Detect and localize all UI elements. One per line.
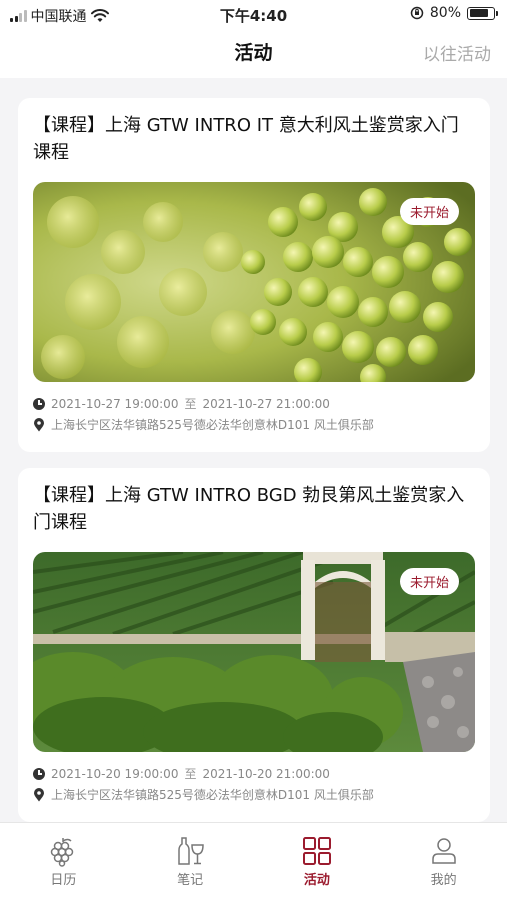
location-pin-icon <box>34 787 44 801</box>
event-end: 2021-10-20 21:00:00 <box>202 766 330 781</box>
battery-info: 80% <box>410 5 498 21</box>
event-address: 上海长宁区法华镇路525号德必法华创意林D101 风土俱乐部 <box>51 788 374 802</box>
orientation-lock-icon <box>410 6 424 20</box>
grid-icon <box>302 837 331 865</box>
event-address: 上海长宁区法华镇路525号德必法华创意林D101 风土俱乐部 <box>51 418 374 432</box>
event-time-separator: 至 <box>184 397 197 411</box>
vineyard-photo: 未开始 <box>33 552 475 752</box>
event-title: 【课程】上海 GTW INTRO IT 意大利风土鉴赏家入门课程 <box>33 115 459 163</box>
grape-icon <box>51 838 74 867</box>
event-list[interactable]: 【课程】上海 GTW INTRO IT 意大利风土鉴赏家入门课程 未开始 202… <box>0 78 507 822</box>
location-pin-icon <box>34 417 44 431</box>
tab-label: 活动 <box>303 873 330 888</box>
person-icon <box>431 838 456 864</box>
tab-bar: 日历 笔记 活动 我的 <box>0 822 507 900</box>
past-events-link[interactable]: 以往活动 <box>423 40 491 65</box>
tab-events[interactable]: 活动 <box>254 823 381 900</box>
event-start: 2021-10-27 19:00:00 <box>51 396 179 411</box>
clock-icon <box>33 397 45 410</box>
wine-glass-icon <box>178 837 204 865</box>
event-start: 2021-10-20 19:00:00 <box>51 766 179 781</box>
status-bar: 中国联通 下午4:40 80% <box>0 0 507 28</box>
event-time: 2021-10-20 19:00:00 至 2021-10-20 21:00:0… <box>33 765 330 782</box>
event-end: 2021-10-27 21:00:00 <box>202 396 330 411</box>
status-badge: 未开始 <box>399 568 459 595</box>
status-badge: 未开始 <box>399 198 459 225</box>
tab-label: 我的 <box>430 873 457 888</box>
tab-profile[interactable]: 我的 <box>380 823 507 900</box>
event-location: 上海长宁区法华镇路525号德必法华创意林D101 风土俱乐部 <box>33 786 374 803</box>
tab-label: 笔记 <box>177 873 204 888</box>
tab-calendar[interactable]: 日历 <box>0 823 127 900</box>
event-time-separator: 至 <box>184 767 197 781</box>
event-location: 上海长宁区法华镇路525号德必法华创意林D101 风土俱乐部 <box>33 416 374 433</box>
battery-icon <box>467 6 498 20</box>
event-card[interactable]: 【课程】上海 GTW INTRO BGD 勃艮第风土鉴赏家入门课程 未开始 20… <box>18 468 490 822</box>
event-title: 【课程】上海 GTW INTRO BGD 勃艮第风土鉴赏家入门课程 <box>33 485 465 533</box>
event-card[interactable]: 【课程】上海 GTW INTRO IT 意大利风土鉴赏家入门课程 未开始 202… <box>18 98 490 452</box>
battery-percent: 80% <box>429 5 461 21</box>
tab-label: 日历 <box>50 873 77 888</box>
clock-icon <box>33 767 45 780</box>
tab-notes[interactable]: 笔记 <box>127 823 254 900</box>
nav-bar: 活动 以往活动 <box>0 28 507 78</box>
grapes-photo: 未开始 <box>33 182 475 382</box>
event-time: 2021-10-27 19:00:00 至 2021-10-27 21:00:0… <box>33 395 330 412</box>
